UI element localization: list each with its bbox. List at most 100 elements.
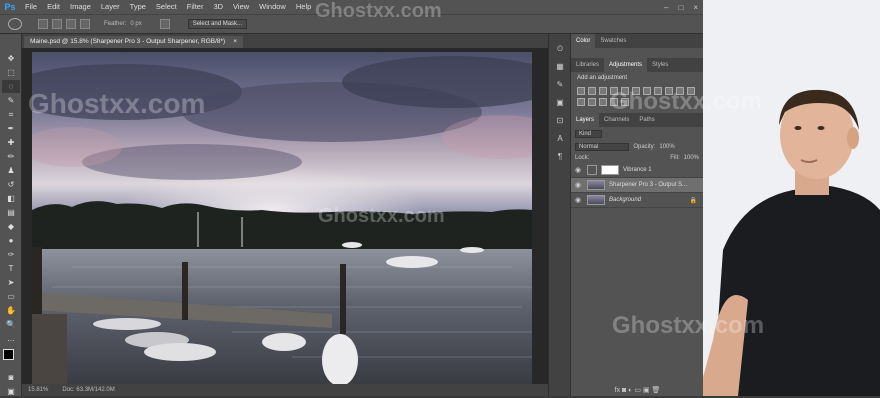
brush-tool-icon[interactable]: ✏ — [2, 150, 20, 163]
watermark: Ghostxx.com — [612, 312, 765, 339]
color-swatches[interactable] — [1, 347, 21, 369]
layer-thumb — [587, 180, 605, 190]
gradient-icon[interactable]: ▤ — [2, 206, 20, 219]
tab-styles[interactable]: Styles — [647, 58, 673, 72]
add-selection-icon[interactable] — [52, 19, 62, 29]
antialias-icon[interactable] — [159, 19, 170, 29]
layer-name: Background — [609, 197, 642, 203]
brush-panel-icon[interactable]: ✎ — [552, 80, 568, 94]
levels-icon[interactable] — [588, 87, 596, 95]
layers-footer: fx ◙ ◐ ▭ ▣ 🗑 — [614, 387, 661, 394]
menu-image[interactable]: Image — [65, 0, 96, 14]
adjustment-thumb — [587, 165, 597, 175]
document-tab-bar: Maine.psd @ 15.8% (Sharpener Pro 3 - Out… — [22, 34, 548, 48]
color-tab-row: Color Swatches — [571, 34, 703, 48]
menu-view[interactable]: View — [228, 0, 254, 14]
healing-brush-icon[interactable]: ✚ — [2, 136, 20, 149]
tab-libraries[interactable]: Libraries — [571, 58, 604, 72]
intersect-selection-icon[interactable] — [80, 19, 90, 29]
pen-tool-icon[interactable]: ✑ — [2, 248, 20, 261]
watermark: Ghostxx.com — [610, 88, 763, 115]
eyedropper-icon[interactable]: ✒ — [2, 122, 20, 135]
history-panel-icon[interactable]: ⏲ — [552, 44, 568, 58]
close-tab-icon[interactable]: × — [233, 36, 237, 48]
curves-icon[interactable] — [599, 87, 607, 95]
hand-tool-icon[interactable]: ✋ — [2, 304, 20, 317]
tab-swatches[interactable]: Swatches — [595, 34, 631, 48]
lasso-tool-icon[interactable] — [8, 18, 22, 30]
visibility-eye-icon[interactable]: ◉ — [575, 166, 583, 174]
tab-layers[interactable]: Layers — [571, 113, 600, 127]
opacity-input[interactable]: 100% — [659, 144, 674, 150]
threshold-icon[interactable] — [599, 98, 607, 106]
new-selection-icon[interactable] — [38, 19, 48, 29]
crop-tool-icon[interactable]: ⌗ — [2, 108, 20, 121]
watermark: Ghostxx.com — [318, 205, 445, 227]
subtract-selection-icon[interactable] — [66, 19, 76, 29]
clone-stamp-icon[interactable]: ♟ — [2, 164, 20, 177]
eraser-icon[interactable]: ◧ — [2, 192, 20, 205]
character-panel-icon[interactable]: A — [552, 134, 568, 148]
minimize-button[interactable]: – — [659, 3, 673, 12]
screen-mode-icon[interactable]: ▣ — [2, 385, 20, 398]
status-bar: 15.81% Doc: 63.3M/142.0M — [22, 384, 548, 396]
maximize-button[interactable]: □ — [673, 3, 688, 12]
select-and-mask-button[interactable]: Select and Mask... — [187, 19, 248, 29]
layer-name: Vibrance 1 — [623, 167, 652, 173]
info-panel-icon[interactable]: ⊡ — [552, 116, 568, 130]
layer-name: Sharpener Pro 3 - Output S... — [609, 182, 688, 188]
move-tool-icon[interactable]: ✥ — [2, 52, 20, 65]
menu-layer[interactable]: Layer — [96, 0, 125, 14]
menu-filter[interactable]: Filter — [182, 0, 209, 14]
tab-adjustments[interactable]: Adjustments — [604, 58, 648, 72]
quick-select-icon[interactable]: ✎ — [2, 94, 20, 107]
adjust-panel-icon[interactable]: ▣ — [552, 98, 568, 112]
add-adjustment-label: Add an adjustment — [577, 75, 628, 81]
visibility-eye-icon[interactable]: ◉ — [575, 181, 583, 189]
menu-help[interactable]: Help — [291, 0, 316, 14]
quick-mask-icon[interactable]: ◙ — [2, 371, 20, 384]
paragraph-panel-icon[interactable]: ¶ — [552, 152, 568, 166]
brightness-icon[interactable] — [577, 87, 585, 95]
tools-panel: ✥ ⬚ ◌ ✎ ⌗ ✒ ✚ ✏ ♟ ↺ ◧ ▤ ◆ ● ✑ T ➤ ▭ ✋ 🔍 … — [0, 34, 22, 396]
menu-file[interactable]: File — [20, 0, 42, 14]
foreground-color[interactable] — [3, 349, 14, 360]
invert-icon[interactable] — [577, 98, 585, 106]
layer-row[interactable]: ◉ Background 🔒 — [571, 193, 703, 208]
lasso-icon[interactable]: ◌ — [2, 80, 20, 93]
layer-row[interactable]: ◉ Sharpener Pro 3 - Output S... — [571, 178, 703, 193]
properties-panel-icon[interactable]: ▦ — [552, 62, 568, 76]
zoom-level[interactable]: 15.81% — [28, 387, 48, 393]
lock-icon: 🔒 — [689, 197, 697, 204]
history-brush-icon[interactable]: ↺ — [2, 178, 20, 191]
path-select-icon[interactable]: ➤ — [2, 276, 20, 289]
feather-input[interactable]: 0 px — [130, 21, 141, 27]
fill-input[interactable]: 100% — [684, 155, 699, 161]
document-tab[interactable]: Maine.psd @ 15.8% (Sharpener Pro 3 - Out… — [24, 36, 243, 48]
dodge-icon[interactable]: ● — [2, 234, 20, 247]
layer-row[interactable]: ◉ Vibrance 1 — [571, 163, 703, 178]
close-button[interactable]: × — [688, 3, 703, 12]
blur-icon[interactable]: ◆ — [2, 220, 20, 233]
photoshop-logo: Ps — [4, 2, 16, 12]
watermark: Ghostxx.com — [315, 0, 442, 22]
layers-list: ◉ Vibrance 1 ◉ Sharpener Pro 3 - Output … — [571, 163, 703, 208]
zoom-tool-icon[interactable]: 🔍 — [2, 318, 20, 331]
menu-window[interactable]: Window — [254, 0, 291, 14]
blend-mode-select[interactable]: Normal — [575, 143, 630, 151]
tab-color[interactable]: Color — [571, 34, 596, 48]
visibility-eye-icon[interactable]: ◉ — [575, 196, 583, 204]
menu-edit[interactable]: Edit — [42, 0, 65, 14]
posterize-icon[interactable] — [588, 98, 596, 106]
filter-kind-select[interactable]: Kind — [575, 130, 603, 138]
menu-3d[interactable]: 3D — [208, 0, 228, 14]
more-tools-icon[interactable]: … — [2, 332, 20, 345]
document-size: Doc: 63.3M/142.0M — [62, 387, 115, 393]
shape-tool-icon[interactable]: ▭ — [2, 290, 20, 303]
menu-select[interactable]: Select — [151, 0, 182, 14]
menu-type[interactable]: Type — [125, 0, 151, 14]
marquee-tool-icon[interactable]: ⬚ — [2, 66, 20, 79]
opacity-label: Opacity: — [633, 144, 656, 150]
panel-icon-strip: ⏲ ▦ ✎ ▣ ⊡ A ¶ — [548, 34, 570, 396]
type-tool-icon[interactable]: T — [2, 262, 20, 275]
